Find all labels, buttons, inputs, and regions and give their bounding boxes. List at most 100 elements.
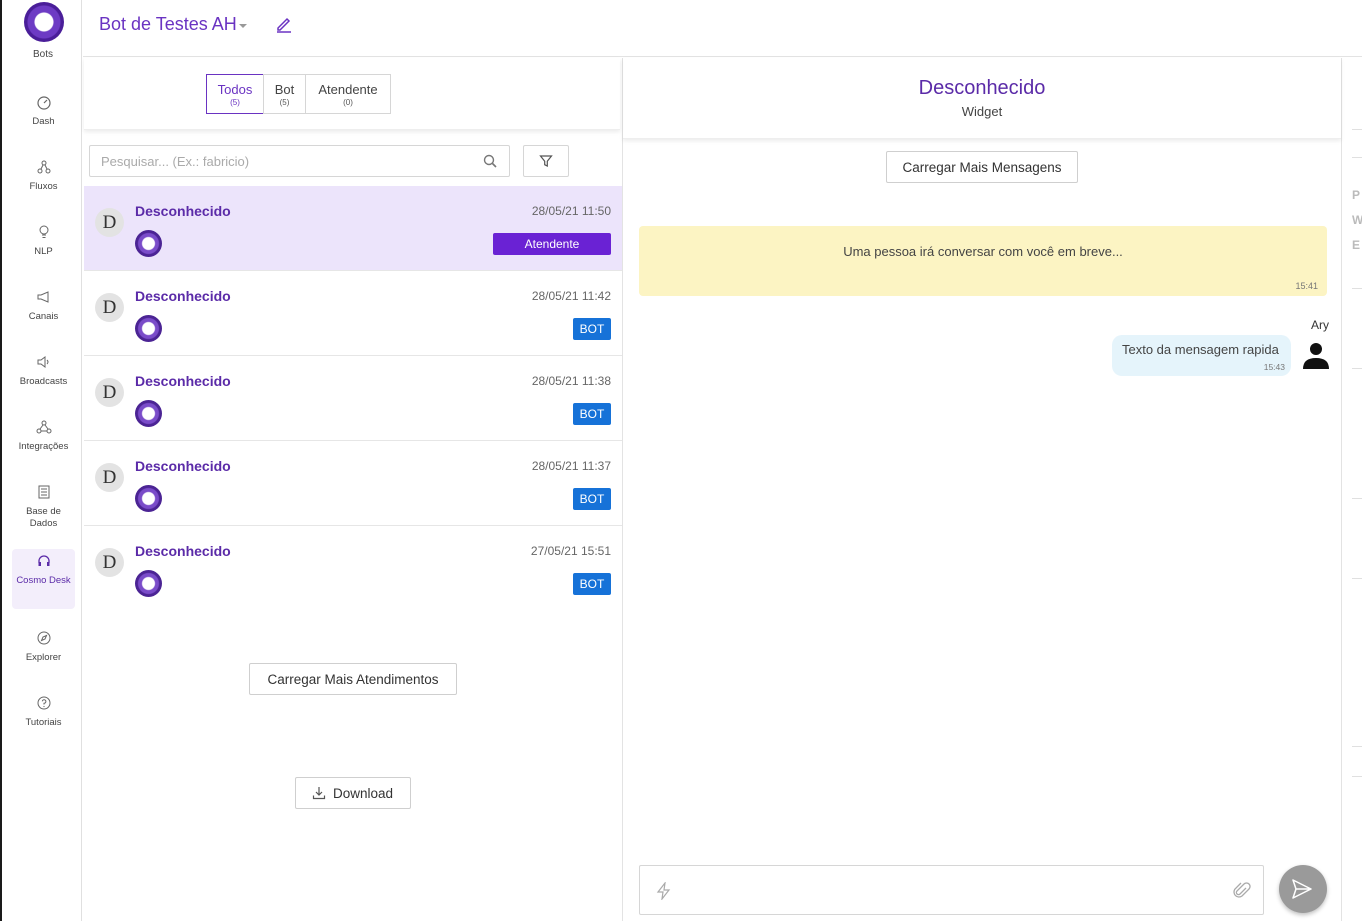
sidebar-item-label: Cosmo Desk bbox=[16, 575, 71, 586]
status-badge: BOT bbox=[573, 403, 611, 425]
chat-panel: Desconhecido Widget Carregar Mais Mensag… bbox=[622, 58, 1342, 921]
top-bar: Bot de Testes AH bbox=[83, 0, 1362, 57]
widget-channel-icon bbox=[135, 485, 162, 512]
conversation-list-panel: Todos (5) Bot (5) Atendente (0) D Descon… bbox=[84, 58, 622, 921]
tab-count: (0) bbox=[343, 98, 353, 107]
agent-message-text: Texto da mensagem rapida bbox=[1122, 342, 1279, 357]
message-composer[interactable] bbox=[639, 865, 1264, 915]
contact-name: Desconhecido bbox=[135, 373, 231, 389]
sidebar-item-label: NLP bbox=[34, 246, 53, 257]
sidebar-item-fluxos[interactable]: Fluxos bbox=[12, 155, 75, 215]
avatar: D bbox=[95, 548, 124, 577]
load-more-messages-button[interactable]: Carregar Mais Mensagens bbox=[886, 151, 1078, 183]
avatar: D bbox=[95, 378, 124, 407]
details-panel-fragment: P W E bbox=[1342, 58, 1362, 921]
system-message: Uma pessoa irá conversar com você em bre… bbox=[639, 226, 1327, 296]
conversation-item[interactable]: D Desconhecido 27/05/21 15:51 BOT bbox=[84, 526, 622, 611]
compass-icon bbox=[37, 631, 50, 645]
avatar: D bbox=[95, 293, 124, 322]
panel-text-fragment: P bbox=[1352, 188, 1361, 202]
divider bbox=[1352, 129, 1362, 130]
sidebar-item-label: Explorer bbox=[25, 652, 62, 663]
chat-header: Desconhecido Widget bbox=[623, 58, 1341, 139]
sidebar-item-cosmo-desk[interactable]: Cosmo Desk bbox=[12, 549, 75, 609]
tab-todos[interactable]: Todos (5) bbox=[206, 74, 264, 114]
divider bbox=[1352, 578, 1362, 579]
avatar: D bbox=[95, 463, 124, 492]
database-icon bbox=[38, 485, 49, 499]
bots-logo-icon[interactable] bbox=[24, 2, 64, 42]
sidebar-item-label: Base de Dados bbox=[26, 506, 61, 529]
conversation-item[interactable]: D Desconhecido 28/05/21 11:38 BOT bbox=[84, 356, 622, 441]
send-icon bbox=[1292, 879, 1312, 899]
system-message-text: Uma pessoa irá conversar com você em bre… bbox=[843, 244, 1123, 259]
lightbulb-icon bbox=[39, 225, 48, 238]
widget-channel-icon bbox=[135, 315, 162, 342]
panel-text-fragment: W bbox=[1352, 213, 1362, 227]
agent-message-bubble: Texto da mensagem rapida 15:43 bbox=[1112, 335, 1291, 376]
sidebar-item-base-de-dados[interactable]: Base de Dados bbox=[12, 480, 75, 540]
contact-name: Desconhecido bbox=[135, 543, 231, 559]
sidebar-item-integracoes[interactable]: Integrações bbox=[12, 415, 75, 475]
divider bbox=[1352, 368, 1362, 369]
sidebar-item-label: Integrações bbox=[18, 441, 69, 452]
tab-atendente[interactable]: Atendente (0) bbox=[305, 74, 391, 114]
sidebar-item-label: Dash bbox=[32, 116, 55, 127]
chevron-down-icon[interactable] bbox=[239, 24, 247, 28]
filter-tabs: Todos (5) Bot (5) Atendente (0) bbox=[84, 58, 620, 130]
filter-button[interactable] bbox=[523, 145, 569, 177]
integration-icon bbox=[36, 420, 51, 434]
megaphone-icon bbox=[37, 291, 48, 303]
status-badge: BOT bbox=[573, 488, 611, 510]
widget-channel-icon bbox=[135, 230, 162, 257]
tab-label: Atendente bbox=[318, 82, 378, 97]
conversation-item[interactable]: D Desconhecido 28/05/21 11:37 BOT bbox=[84, 441, 622, 526]
search-box bbox=[89, 145, 510, 177]
tab-bot[interactable]: Bot (5) bbox=[263, 74, 306, 114]
download-button[interactable]: Download bbox=[295, 777, 411, 809]
conversation-date: 27/05/21 15:51 bbox=[530, 544, 611, 558]
widget-channel-icon bbox=[135, 400, 162, 427]
load-more-conversations-button[interactable]: Carregar Mais Atendimentos bbox=[249, 663, 457, 695]
contact-name: Desconhecido bbox=[135, 288, 231, 304]
sidebar-item-canais[interactable]: Canais bbox=[12, 285, 75, 345]
status-badge: Atendente bbox=[493, 233, 611, 255]
filter-icon bbox=[539, 155, 553, 167]
pencil-icon[interactable] bbox=[275, 15, 293, 33]
flow-icon bbox=[37, 160, 50, 174]
chat-contact-name: Desconhecido bbox=[918, 77, 1046, 99]
tab-label: Bot bbox=[274, 82, 295, 97]
user-icon bbox=[1303, 343, 1329, 369]
sidebar-item-explorer[interactable]: Explorer bbox=[12, 626, 75, 686]
conversation-item[interactable]: D Desconhecido 28/05/21 11:50 Atendente bbox=[84, 186, 622, 271]
search-input[interactable] bbox=[90, 146, 460, 176]
sidebar-item-nlp[interactable]: NLP bbox=[12, 220, 75, 280]
download-label: Download bbox=[332, 785, 394, 801]
sidebar-item-tutoriais[interactable]: Tutoriais bbox=[12, 691, 75, 751]
message-sender: Ary bbox=[1311, 318, 1329, 332]
bots-label[interactable]: Bots bbox=[2, 49, 84, 60]
conversation-date: 28/05/21 11:50 bbox=[531, 204, 611, 218]
gauge-icon bbox=[36, 96, 51, 110]
contact-name: Desconhecido bbox=[135, 458, 231, 474]
paperclip-icon[interactable] bbox=[1233, 881, 1251, 901]
bot-selector[interactable]: Bot de Testes AH bbox=[99, 14, 237, 35]
sidebar-item-label: Canais bbox=[28, 311, 59, 322]
download-icon bbox=[312, 787, 326, 800]
panel-text-fragment: E bbox=[1352, 238, 1361, 252]
widget-channel-icon bbox=[135, 570, 162, 597]
divider bbox=[1352, 288, 1362, 289]
agent-message-time: 15:43 bbox=[1263, 362, 1285, 372]
search-icon[interactable] bbox=[483, 154, 497, 168]
sidebar-item-broadcasts[interactable]: Broadcasts bbox=[12, 350, 75, 410]
tab-count: (5) bbox=[230, 98, 240, 107]
sidebar-item-dash[interactable]: Dash bbox=[12, 90, 75, 150]
sidebar: Bots Dash Fluxos NLP Canais Broadcasts I… bbox=[0, 0, 82, 921]
conversation-item[interactable]: D Desconhecido 28/05/21 11:42 BOT bbox=[84, 271, 622, 356]
send-button[interactable] bbox=[1279, 865, 1327, 913]
status-badge: BOT bbox=[573, 573, 611, 595]
tab-label: Todos bbox=[217, 82, 253, 97]
lightning-icon[interactable] bbox=[655, 882, 673, 900]
divider bbox=[1352, 498, 1362, 499]
tab-count: (5) bbox=[279, 98, 290, 107]
